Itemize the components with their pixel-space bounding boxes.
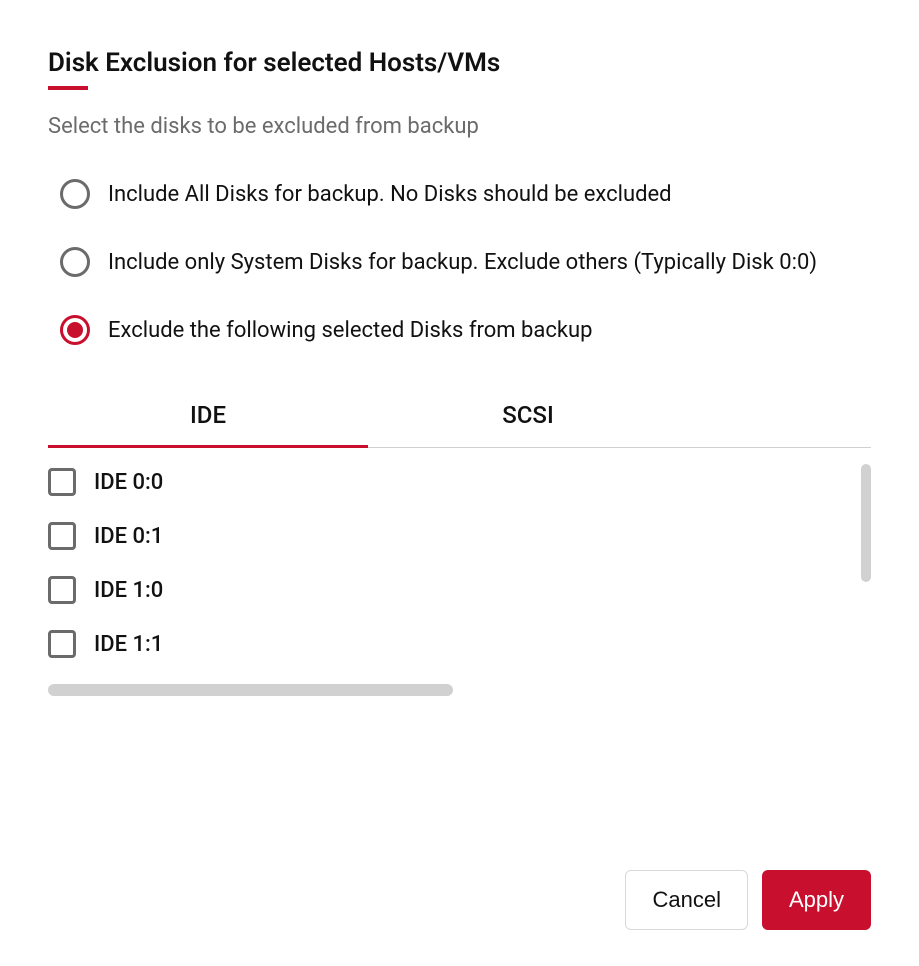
- disk-item-ide-1-0[interactable]: IDE 1:0: [48, 576, 871, 604]
- dialog-subtitle: Select the disks to be excluded from bac…: [48, 114, 871, 139]
- disk-label: IDE 1:0: [94, 578, 163, 603]
- radio-include-all[interactable]: Include All Disks for backup. No Disks s…: [60, 179, 871, 209]
- vertical-scrollbar[interactable]: [861, 464, 871, 582]
- cancel-button[interactable]: Cancel: [625, 870, 747, 930]
- dialog-content: Disk Exclusion for selected Hosts/VMs Se…: [48, 48, 871, 704]
- radio-icon: [60, 179, 90, 209]
- disk-type-tabs: IDE SCSI: [48, 383, 871, 448]
- tab-ide[interactable]: IDE: [48, 383, 368, 447]
- disk-list: IDE 0:0 IDE 0:1 IDE 1:0 IDE 1:1: [48, 464, 871, 658]
- exclusion-radio-group: Include All Disks for backup. No Disks s…: [48, 179, 871, 345]
- disk-list-wrapper: IDE 0:0 IDE 0:1 IDE 1:0 IDE 1:1: [48, 464, 871, 704]
- disk-label: IDE 1:1: [94, 632, 163, 657]
- tab-scsi[interactable]: SCSI: [368, 383, 688, 447]
- checkbox-icon: [48, 576, 76, 604]
- checkbox-icon: [48, 522, 76, 550]
- radio-icon: [60, 315, 90, 345]
- disk-item-ide-0-1[interactable]: IDE 0:1: [48, 522, 871, 550]
- radio-label: Include All Disks for backup. No Disks s…: [108, 182, 672, 207]
- disk-item-ide-0-0[interactable]: IDE 0:0: [48, 468, 871, 496]
- radio-label: Exclude the following selected Disks fro…: [108, 318, 592, 343]
- horizontal-scrollbar[interactable]: [48, 684, 453, 696]
- checkbox-icon: [48, 468, 76, 496]
- radio-icon: [60, 247, 90, 277]
- radio-exclude-selected[interactable]: Exclude the following selected Disks fro…: [60, 315, 871, 345]
- title-underline: [48, 86, 88, 90]
- disk-item-ide-1-1[interactable]: IDE 1:1: [48, 630, 871, 658]
- disk-label: IDE 0:1: [94, 524, 163, 549]
- radio-label: Include only System Disks for backup. Ex…: [108, 250, 817, 275]
- checkbox-icon: [48, 630, 76, 658]
- apply-button[interactable]: Apply: [762, 870, 871, 930]
- radio-include-system[interactable]: Include only System Disks for backup. Ex…: [60, 247, 871, 277]
- dialog-title: Disk Exclusion for selected Hosts/VMs: [48, 48, 500, 78]
- disk-label: IDE 0:0: [94, 470, 163, 495]
- dialog-footer: Cancel Apply: [625, 870, 871, 930]
